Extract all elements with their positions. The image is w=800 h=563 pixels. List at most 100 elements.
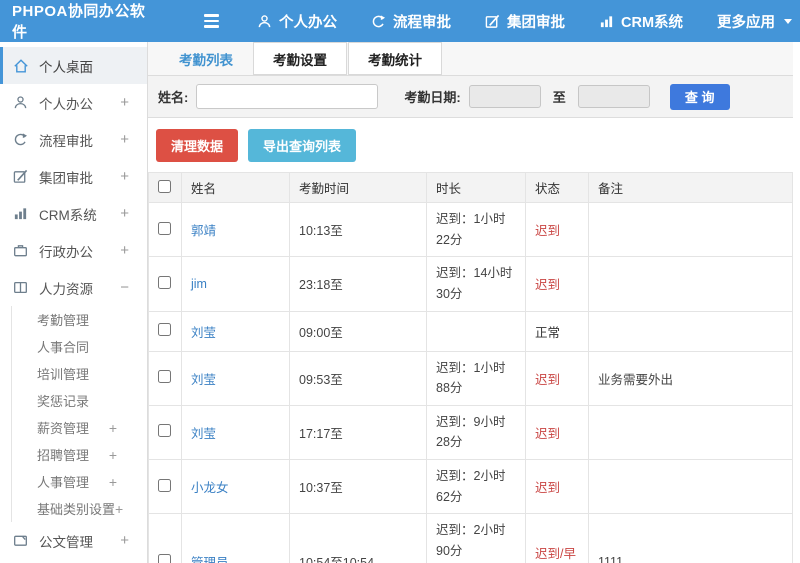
expand-icon[interactable]: + (120, 94, 129, 111)
topnav-item-group-approval[interactable]: 集团审批 (485, 11, 565, 32)
row-checkbox[interactable] (158, 221, 171, 235)
sidebar-item-crm[interactable]: CRM系统 + (0, 195, 147, 232)
duration-cell: 迟到：2小时62分 (426, 458, 526, 515)
menu-toggle-icon[interactable] (204, 14, 219, 28)
sidebar-item-desktop[interactable]: 个人桌面 (0, 47, 147, 84)
employee-name-link[interactable]: 郭靖 (191, 224, 216, 238)
sidebar-item-label: 流程审批 (39, 133, 93, 149)
attendance-time-cell: 10:37至 (289, 458, 427, 515)
duration-cell: 迟到：1小时88分 (426, 350, 526, 406)
duration-cell (426, 310, 526, 352)
expand-icon[interactable]: + (120, 532, 129, 549)
document-icon (13, 533, 30, 548)
topnav-item-crm[interactable]: CRM系统 (599, 11, 683, 32)
expand-icon[interactable]: + (120, 168, 129, 185)
sidebar-subitem-label: 基础类别设置 (37, 502, 116, 517)
status-badge: 迟到/早退 (535, 546, 576, 561)
sidebar-subitem[interactable]: 基础类别设置 + (12, 495, 147, 522)
main-content: 考勤列表 考勤设置 考勤统计 姓名: 考勤日期: 至 查 询 清理数据 导出查询… (148, 42, 793, 563)
expand-icon[interactable]: + (115, 501, 123, 517)
edit-icon (485, 14, 500, 29)
collapse-icon[interactable]: − (120, 279, 129, 296)
expand-icon[interactable]: + (120, 205, 129, 222)
sidebar: 个人桌面 个人办公 + 流程审批 + 集团审批 + CRM系统 + 行政办公 +… (0, 42, 148, 563)
employee-name-link[interactable]: 管理员 (191, 556, 229, 563)
tab-attendance-stats[interactable]: 考勤统计 (348, 42, 442, 75)
row-checkbox[interactable] (158, 275, 171, 289)
sidebar-item-label: 个人桌面 (39, 59, 93, 75)
note-cell (588, 458, 793, 515)
expand-icon[interactable]: + (109, 474, 117, 490)
caret-down-icon (784, 18, 793, 24)
expand-icon[interactable]: + (109, 447, 117, 463)
chart-icon (13, 206, 30, 221)
sidebar-subitem-label: 人事管理 (37, 475, 90, 490)
topnav-item-more-apps[interactable]: 更多应用 (717, 11, 793, 32)
clean-data-button[interactable]: 清理数据 (156, 129, 239, 162)
top-navbar: PHPOA协同办公软件 个人办公 流程审批 集团审批 CRM系统 更多应用 (0, 0, 800, 42)
attendance-table-wrap: 姓名 考勤时间 时长 状态 备注 郭靖 10:13至 迟到：1小时22分 迟到 … (148, 172, 793, 563)
sidebar-item-workflow[interactable]: 流程审批 + (0, 121, 147, 158)
book-icon (13, 280, 30, 295)
row-checkbox[interactable] (158, 370, 171, 384)
search-button[interactable]: 查 询 (669, 83, 730, 110)
sidebar-subitem-label: 培训管理 (37, 367, 90, 382)
sidebar-item-group-approval[interactable]: 集团审批 + (0, 158, 147, 195)
attendance-time-cell: 23:18至 (289, 256, 427, 312)
tab-attendance-settings[interactable]: 考勤设置 (253, 42, 347, 75)
select-all-checkbox[interactable] (158, 179, 171, 193)
col-header-status: 状态 (525, 172, 589, 203)
employee-name-link[interactable]: 刘莹 (191, 373, 216, 387)
topnav-label: 集团审批 (507, 14, 565, 31)
sidebar-subitem[interactable]: 招聘管理 + (12, 441, 147, 468)
top-nav: 个人办公 流程审批 集团审批 CRM系统 更多应用 (257, 11, 793, 32)
sidebar-item-personal-office[interactable]: 个人办公 + (0, 84, 147, 121)
chart-icon (599, 14, 614, 29)
row-checkbox[interactable] (158, 323, 171, 336)
table-row: 刘莹 17:17至 迟到：9小时28分 迟到 (148, 404, 793, 461)
sidebar-item-admin-office[interactable]: 行政办公 + (0, 232, 147, 269)
employee-name-link[interactable]: 刘莹 (191, 427, 216, 441)
col-header-note: 备注 (588, 172, 793, 203)
sidebar-subitem[interactable]: 考勤管理 (12, 306, 147, 333)
expand-icon[interactable]: + (120, 242, 129, 259)
sidebar-item-hr[interactable]: 人力资源 − (0, 269, 147, 306)
topnav-item-personal-office[interactable]: 个人办公 (257, 11, 337, 32)
sidebar-subitem[interactable]: 人事管理 + (12, 468, 147, 495)
export-list-button[interactable]: 导出查询列表 (248, 129, 357, 162)
date-to-input[interactable] (577, 85, 650, 108)
col-header-duration: 时长 (426, 172, 526, 203)
row-checkbox[interactable] (158, 478, 171, 492)
sidebar-subitem[interactable]: 薪资管理 + (12, 414, 147, 441)
duration-cell: 迟到：14小时30分 (426, 256, 526, 312)
employee-name-link[interactable]: 刘莹 (191, 326, 216, 340)
note-cell: 1111 (588, 513, 793, 563)
status-badge: 迟到 (535, 372, 561, 387)
sidebar-item-label: 公文管理 (39, 534, 93, 550)
sidebar-item-vehicles[interactable]: 用车管理 + (0, 559, 147, 563)
employee-name-link[interactable]: 小龙女 (191, 481, 229, 495)
sidebar-subitem[interactable]: 奖惩记录 (12, 387, 147, 414)
sidebar-subitem[interactable]: 人事合同 (12, 333, 147, 360)
topnav-label: 流程审批 (393, 14, 451, 31)
topnav-item-workflow[interactable]: 流程审批 (371, 11, 451, 32)
sidebar-item-label: 人力资源 (39, 281, 93, 297)
flow-icon (13, 132, 30, 147)
employee-name-link[interactable]: jim (191, 277, 207, 291)
duration-cell: 迟到：2小时90分 早退：7小时10分 (426, 513, 526, 563)
to-label: 至 (552, 90, 566, 105)
tab-bar: 考勤列表 考勤设置 考勤统计 (148, 42, 793, 76)
name-input[interactable] (196, 84, 379, 109)
flow-icon (371, 14, 386, 29)
row-checkbox[interactable] (158, 553, 171, 563)
table-row: 郭靖 10:13至 迟到：1小时22分 迟到 (148, 201, 793, 258)
date-from-input[interactable] (468, 85, 541, 108)
date-label: 考勤日期: (404, 90, 461, 105)
sidebar-item-documents[interactable]: 公文管理 + (0, 522, 147, 559)
expand-icon[interactable]: + (109, 420, 117, 436)
sidebar-subitem[interactable]: 培训管理 (12, 360, 147, 387)
row-checkbox[interactable] (158, 424, 171, 438)
tab-attendance-list[interactable]: 考勤列表 (160, 42, 252, 75)
expand-icon[interactable]: + (120, 131, 129, 148)
sidebar-subitem-label: 薪资管理 (37, 421, 90, 436)
